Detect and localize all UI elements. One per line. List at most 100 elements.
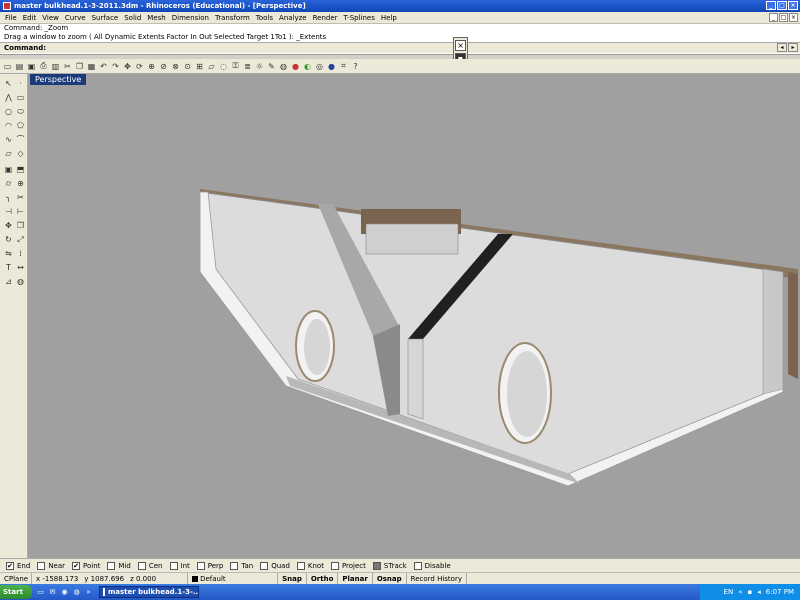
browser-icon[interactable]: ◉ <box>60 588 69 597</box>
display-icon[interactable]: ◎ <box>314 61 325 72</box>
analyze-icon[interactable]: ⊿ <box>3 276 14 287</box>
curve-icon[interactable]: ∿ <box>3 134 14 145</box>
light-icon[interactable]: ☼ <box>254 61 265 72</box>
checkbox[interactable]: ✔ <box>72 561 81 570</box>
doc-close-button[interactable]: × <box>789 13 798 22</box>
cplane-label[interactable]: CPlane <box>0 572 32 585</box>
help-icon[interactable]: ? <box>350 61 361 72</box>
language-indicator[interactable]: EN <box>724 588 734 596</box>
minimize-button[interactable]: _ <box>766 1 776 10</box>
ellipse-icon[interactable]: ⬭ <box>15 106 26 117</box>
menu-surface[interactable]: Surface <box>89 14 122 22</box>
checkbox[interactable] <box>196 561 205 570</box>
save-icon[interactable]: ▣ <box>26 61 37 72</box>
osnap-project[interactable]: Project <box>330 561 366 570</box>
loft-icon[interactable]: ◇ <box>15 148 26 159</box>
start-button[interactable]: Start <box>0 585 32 599</box>
zoom-dynamic-icon[interactable]: ⊕ <box>146 61 157 72</box>
taskbar-item-rhino[interactable]: master bulkhead.1-3-... <box>99 586 199 598</box>
snap-pane[interactable]: Snap <box>278 572 307 585</box>
layer-pane[interactable]: Default <box>188 572 279 585</box>
checkbox[interactable] <box>260 561 269 570</box>
render-icon[interactable]: ◍ <box>15 276 26 287</box>
sphere-render-icon[interactable]: ● <box>326 61 337 72</box>
command-prompt-input[interactable]: Command: <box>0 42 800 53</box>
rotate-icon[interactable]: ⟳ <box>134 61 145 72</box>
ortho-pane[interactable]: Ortho <box>307 572 339 585</box>
menu-mesh[interactable]: Mesh <box>144 14 168 22</box>
menu-analyze[interactable]: Analyze <box>276 14 310 22</box>
record-history-pane[interactable]: Record History <box>407 572 467 585</box>
color-icon[interactable]: ● <box>290 61 301 72</box>
circle-icon[interactable]: ○ <box>3 106 14 117</box>
lock-icon[interactable]: ⚿ <box>230 61 241 72</box>
menu-curve[interactable]: Curve <box>62 14 89 22</box>
scroll-left-icon[interactable]: ◂ <box>777 43 787 52</box>
maximize-button[interactable]: □ <box>777 1 787 10</box>
osnap-tan[interactable]: Tan <box>230 561 253 570</box>
desktop-icon[interactable]: ▭ <box>36 588 45 597</box>
checkbox[interactable] <box>169 561 178 570</box>
checkbox[interactable] <box>296 561 305 570</box>
checkbox[interactable] <box>230 561 239 570</box>
pan-icon[interactable]: ✥ <box>122 61 133 72</box>
menu-tsplines[interactable]: T-Splines <box>341 14 378 22</box>
osnap-strack[interactable]: STrack <box>372 561 407 570</box>
undo-icon[interactable]: ↶ <box>98 61 109 72</box>
polygon-icon[interactable]: ⬠ <box>15 120 26 131</box>
join-icon[interactable]: ⊢ <box>15 206 26 217</box>
text-icon[interactable]: T <box>3 262 14 273</box>
menu-tools[interactable]: Tools <box>253 14 276 22</box>
print-icon[interactable]: ⎙ <box>38 61 49 72</box>
grid-icon[interactable]: ⌗ <box>338 61 349 72</box>
fillet-icon[interactable]: ╮ <box>3 192 14 203</box>
menu-dimension[interactable]: Dimension <box>169 14 212 22</box>
osnap-int[interactable]: Int <box>169 561 190 570</box>
menu-solid[interactable]: Solid <box>121 14 144 22</box>
open-icon[interactable]: ▤ <box>14 61 25 72</box>
osnap-near[interactable]: Near <box>37 561 65 570</box>
osnap-perp[interactable]: Perp <box>196 561 223 570</box>
select-icon[interactable]: ↖ <box>3 78 14 89</box>
cylinder-icon[interactable]: ⌭ <box>3 178 14 189</box>
point-icon[interactable]: · <box>15 78 26 89</box>
checkbox[interactable] <box>37 561 46 570</box>
cplane-icon[interactable]: ▱ <box>206 61 217 72</box>
checkbox[interactable] <box>107 561 116 570</box>
osnap-disable[interactable]: Disable <box>413 561 451 570</box>
properties-icon[interactable]: ✎ <box>266 61 277 72</box>
mirror-icon[interactable]: ⇋ <box>3 248 14 259</box>
new-icon[interactable]: ▭ <box>2 61 13 72</box>
four-views-icon[interactable]: ⊞ <box>194 61 205 72</box>
clock[interactable]: 6:07 PM <box>766 588 794 596</box>
copy-icon[interactable]: ❐ <box>74 61 85 72</box>
menu-render[interactable]: Render <box>310 14 341 22</box>
scroll-right-icon[interactable]: ▸ <box>788 43 798 52</box>
cut-icon[interactable]: ✂ <box>62 61 73 72</box>
volume-icon[interactable]: ◂ <box>757 588 761 596</box>
bulkhead-model[interactable] <box>28 74 800 558</box>
close-icon[interactable]: × <box>455 40 466 51</box>
array-icon[interactable]: ⁞ <box>15 248 26 259</box>
menu-help[interactable]: Help <box>378 14 400 22</box>
checkbox[interactable] <box>330 561 339 570</box>
import-icon[interactable]: ▥ <box>50 61 61 72</box>
osnap-knot[interactable]: Knot <box>296 561 324 570</box>
tray-expand-icon[interactable]: « <box>738 588 742 596</box>
menu-transform[interactable]: Transform <box>212 14 253 22</box>
move-icon[interactable]: ✥ <box>3 220 14 231</box>
doc-minimize-button[interactable]: _ <box>769 13 778 22</box>
redo-icon[interactable]: ↷ <box>110 61 121 72</box>
menu-view[interactable]: View <box>39 14 62 22</box>
rectangle-icon[interactable]: ▭ <box>15 92 26 103</box>
paste-icon[interactable]: ▦ <box>86 61 97 72</box>
osnap-pane[interactable]: Osnap <box>373 572 407 585</box>
rotate-icon[interactable]: ↻ <box>3 234 14 245</box>
osnap-mid[interactable]: Mid <box>107 561 131 570</box>
trim-icon[interactable]: ✂ <box>15 192 26 203</box>
osnap-point[interactable]: ✔ Point <box>72 561 100 570</box>
layers-icon[interactable]: ≣ <box>242 61 253 72</box>
polyline-icon[interactable]: ⋀ <box>3 92 14 103</box>
material-icon[interactable]: ◐ <box>302 61 313 72</box>
planar-pane[interactable]: Planar <box>338 572 373 585</box>
